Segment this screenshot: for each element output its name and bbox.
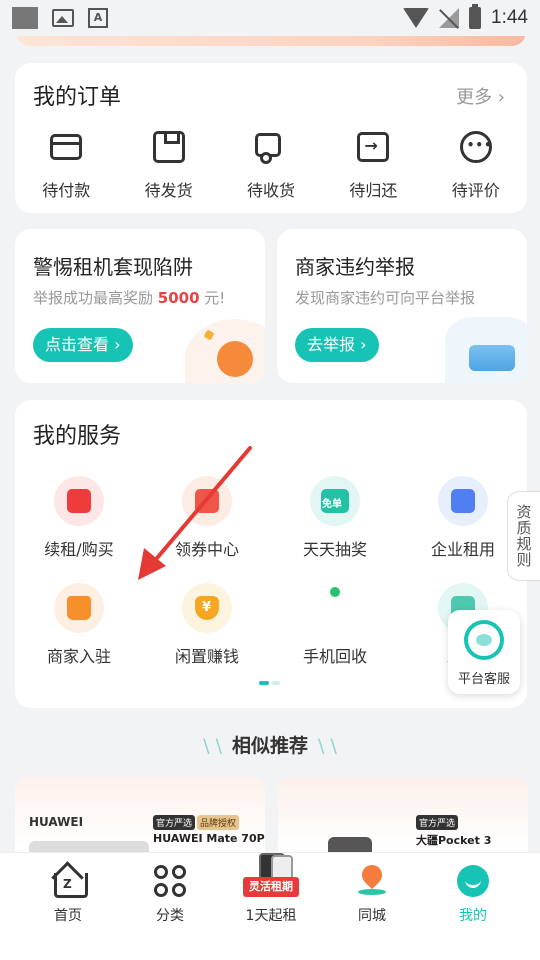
shop-icon bbox=[67, 596, 91, 620]
page-indicator bbox=[259, 681, 280, 685]
service-label: 商家入驻 bbox=[46, 647, 111, 666]
service-label: 企业租用 bbox=[430, 540, 495, 559]
decor-slash-icon: \ \ bbox=[318, 735, 337, 757]
wifi-icon bbox=[403, 8, 430, 28]
customer-service-button[interactable]: 平台客服 bbox=[448, 610, 520, 694]
order-pending-review[interactable]: 待评价 bbox=[425, 129, 527, 201]
brand-label: HUAWEI bbox=[29, 815, 84, 829]
service-label: 领券中心 bbox=[174, 540, 239, 559]
service-daily-lottery[interactable]: 天天抽奖 bbox=[271, 476, 399, 560]
nav-me[interactable]: 我的 bbox=[423, 865, 523, 925]
status-bar: A 1:44 bbox=[0, 0, 540, 36]
nav-label: 1天起租 bbox=[245, 908, 297, 924]
order-item-label: 待付款 bbox=[42, 181, 91, 200]
order-item-label: 待评价 bbox=[451, 181, 500, 200]
order-pending-shipment[interactable]: 待发货 bbox=[117, 129, 219, 201]
coupon-icon bbox=[195, 489, 219, 513]
official-tag: 官方严选 bbox=[416, 815, 459, 830]
fraud-warning-card[interactable]: 警惕租机套现陷阱 举报成功最高奖励 5000 元! 点击查看 › bbox=[15, 229, 265, 383]
app-notification-icon bbox=[12, 7, 38, 29]
promo-subtitle: 举报成功最高奖励 5000 元! bbox=[33, 289, 226, 307]
order-pending-receipt[interactable]: 待收货 bbox=[220, 129, 322, 201]
comment-icon bbox=[459, 131, 493, 163]
promo-title: 商家违约举报 bbox=[295, 255, 415, 279]
services-title: 我的服务 bbox=[33, 424, 122, 449]
service-coupon-center[interactable]: 领券中心 bbox=[143, 476, 271, 560]
service-phone-recycle[interactable]: 手机回收 bbox=[271, 583, 399, 667]
nav-label: 分类 bbox=[156, 908, 184, 924]
customer-service-label: 平台客服 bbox=[457, 672, 510, 687]
delivery-truck-icon bbox=[254, 133, 281, 164]
report-flag-illustration bbox=[445, 317, 527, 383]
product-name: 大疆Pocket 3 bbox=[416, 834, 492, 847]
renew-icon bbox=[67, 489, 91, 513]
official-tag: 官方严选 bbox=[153, 815, 196, 830]
merchant-report-card[interactable]: 商家违约举报 发现商家违约可向平台举报 去举报 › bbox=[277, 229, 527, 383]
location-pin-icon bbox=[356, 865, 388, 897]
alarm-illustration bbox=[185, 319, 265, 383]
promo-title: 警惕租机套现陷阱 bbox=[33, 255, 193, 279]
reward-amount: 5000 bbox=[157, 289, 200, 307]
order-item-label: 待发货 bbox=[144, 181, 193, 200]
card-icon bbox=[50, 134, 83, 160]
promo-subtitle: 发现商家违约可向平台举报 bbox=[295, 289, 476, 307]
flexible-rent-icon: 灵活租期 bbox=[241, 853, 301, 897]
orders-title: 我的订单 bbox=[33, 85, 122, 110]
order-item-label: 待收货 bbox=[246, 181, 295, 200]
service-label: 闲置赚钱 bbox=[174, 647, 239, 666]
service-renew-buy[interactable]: 续租/购买 bbox=[15, 476, 143, 560]
money-bag-icon bbox=[195, 596, 219, 620]
headset-icon bbox=[464, 620, 504, 660]
report-button[interactable]: 去举报 › bbox=[295, 328, 379, 362]
order-pending-payment[interactable]: 待付款 bbox=[15, 129, 117, 201]
package-icon bbox=[152, 131, 185, 163]
recycle-icon bbox=[330, 587, 340, 597]
image-notification-icon bbox=[52, 9, 74, 27]
service-idle-earn[interactable]: 闲置赚钱 bbox=[143, 583, 271, 667]
return-box-icon bbox=[357, 132, 390, 162]
lottery-icon bbox=[321, 489, 349, 513]
service-label: 天天抽奖 bbox=[302, 540, 367, 559]
order-pending-return[interactable]: 待归还 bbox=[322, 129, 424, 201]
nav-home[interactable]: Z 首页 bbox=[18, 865, 118, 925]
nav-label: 同城 bbox=[358, 908, 386, 924]
status-time: 1:44 bbox=[491, 7, 528, 28]
bottom-nav: Z 首页 分类 灵活租期 1天起租 同城 我的 bbox=[0, 852, 540, 960]
home-icon: Z bbox=[52, 865, 88, 898]
nav-label: 我的 bbox=[459, 908, 487, 924]
decor-slash-icon: \ \ bbox=[203, 735, 222, 757]
font-notification-icon: A bbox=[88, 8, 108, 28]
product-name: HUAWEI Mate 70Pro+ bbox=[153, 832, 265, 845]
flexible-rent-badge: 灵活租期 bbox=[243, 877, 299, 897]
no-signal-icon bbox=[439, 8, 460, 28]
nav-label: 首页 bbox=[54, 908, 82, 924]
enterprise-icon bbox=[451, 489, 475, 513]
recommend-section-title: \ \ 相似推荐 \ \ bbox=[203, 735, 337, 757]
service-label: 手机回收 bbox=[302, 647, 367, 666]
profile-icon bbox=[457, 865, 489, 897]
battery-charging-icon bbox=[469, 4, 482, 29]
authorized-tag: 品牌授权 bbox=[197, 815, 240, 830]
nav-flexible-rent[interactable]: 灵活租期 1天起租 bbox=[221, 853, 321, 925]
service-label: 续租/购买 bbox=[44, 540, 114, 559]
nav-local[interactable]: 同城 bbox=[322, 865, 422, 925]
category-grid-icon bbox=[154, 865, 186, 897]
order-item-label: 待归还 bbox=[349, 181, 398, 200]
view-details-button[interactable]: 点击查看 › bbox=[33, 328, 133, 362]
orders-card: 我的订单 更多 › 待付款 待发货 待收货 待归还 待评价 bbox=[15, 63, 527, 213]
qualification-rules-tab[interactable]: 资质规则 bbox=[507, 491, 540, 581]
nav-category[interactable]: 分类 bbox=[120, 865, 220, 925]
service-merchant-join[interactable]: 商家入驻 bbox=[15, 583, 143, 667]
orders-more-link[interactable]: 更多 › bbox=[456, 83, 505, 109]
